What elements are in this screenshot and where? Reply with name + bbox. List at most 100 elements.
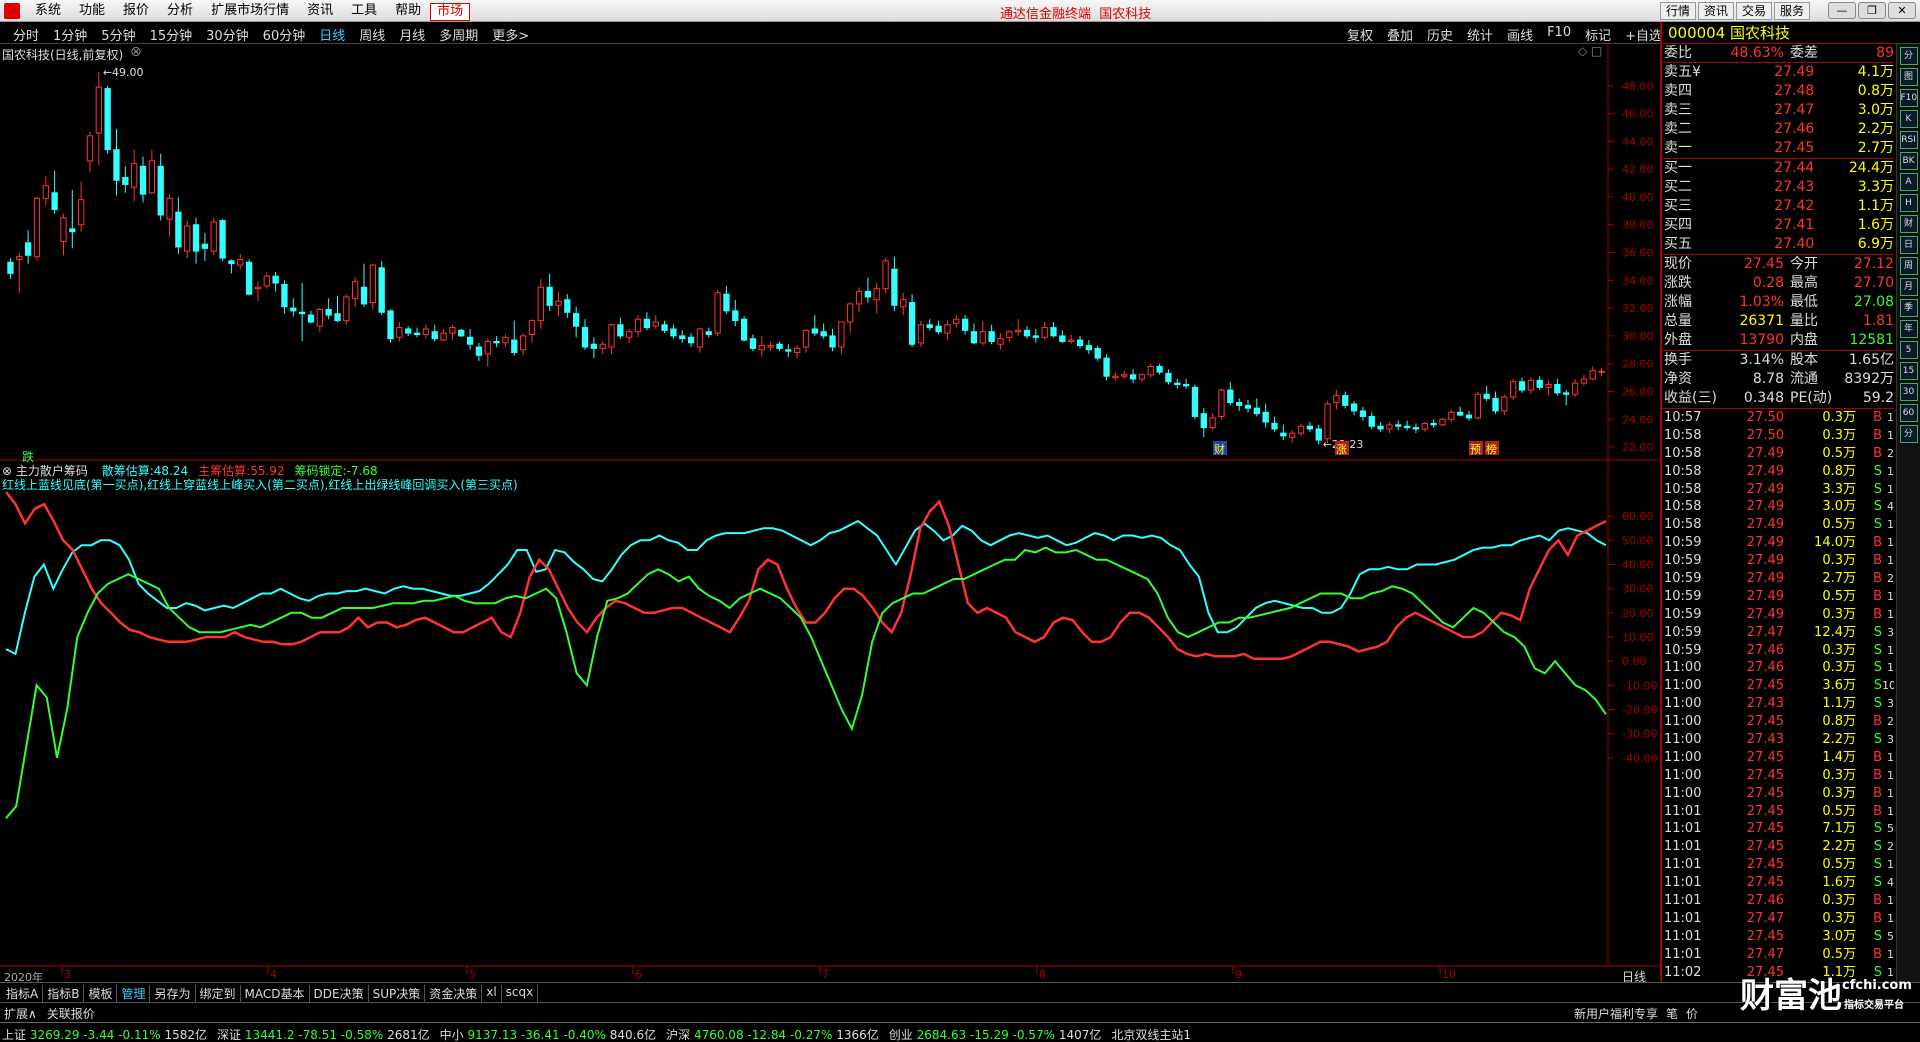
right-tool-3-icon[interactable]: K — [1899, 110, 1918, 128]
ask-level-2[interactable]: 卖三 27.47 3.0万 — [1662, 101, 1894, 120]
chart-tool-6[interactable]: 标记 — [1578, 25, 1618, 44]
chart-tool-0[interactable]: 复权 — [1340, 25, 1380, 44]
indicator-tab-11[interactable]: scqx — [502, 985, 539, 1002]
period-tab-1[interactable]: 1分钟 — [46, 25, 94, 44]
right-tool-10-icon[interactable]: 周 — [1899, 257, 1918, 275]
right-tool-0-icon[interactable]: 分 — [1899, 47, 1918, 65]
candle-body — [254, 286, 262, 290]
right-tool-12-icon[interactable]: 季 — [1899, 299, 1918, 317]
period-tab-3[interactable]: 15分钟 — [143, 25, 200, 44]
right-tool-15-icon[interactable]: 15 — [1899, 362, 1918, 380]
menu-3[interactable]: 分析 — [158, 3, 202, 21]
indicator-tab-2[interactable]: 模板 — [84, 985, 118, 1002]
period-tab-0[interactable]: 分时 — [6, 25, 46, 44]
bid-level-3[interactable]: 买四 27.41 1.6万 — [1662, 216, 1894, 235]
right-tool-11-icon[interactable]: 月 — [1899, 278, 1918, 296]
chart-pin-icon[interactable]: ◇ □ — [1578, 44, 1602, 58]
right-tool-5-icon[interactable]: BK — [1899, 152, 1918, 170]
menu-2[interactable]: 报价 — [114, 3, 158, 21]
chart-tool-1[interactable]: 叠加 — [1380, 25, 1420, 44]
indicator-tab-7[interactable]: DDE决策 — [310, 985, 369, 1002]
close-icon[interactable]: ✕ — [1888, 2, 1916, 19]
minimize-icon[interactable]: — — [1828, 2, 1856, 19]
candle-body — [1006, 331, 1013, 338]
menu-4[interactable]: 扩展市场行情 — [202, 3, 298, 21]
tick-row: 11:01 27.47 0.5万 B 1 — [1664, 946, 1894, 962]
right-tool-7-icon[interactable]: H — [1899, 194, 1918, 212]
top-button-3[interactable]: 服务 — [1773, 2, 1810, 20]
expand-right-2[interactable]: 价 — [1686, 1005, 1698, 1022]
period-tab-9[interactable]: 多周期 — [432, 25, 485, 44]
bid-level-2[interactable]: 买三 27.42 1.1万 — [1662, 197, 1894, 216]
indicator-tab-10[interactable]: xl — [482, 985, 502, 1002]
expand-item-0[interactable]: 扩展∧ — [4, 1005, 37, 1022]
candle-body — [148, 160, 156, 194]
indicator-tab-3[interactable]: 管理 — [117, 985, 151, 1002]
index-ticker-3[interactable]: 沪深 4760.08 -12.84 -0.27% 1366亿 — [666, 1026, 879, 1042]
right-tool-2-icon[interactable]: F10 — [1899, 89, 1918, 107]
right-tool-6-icon[interactable]: A — [1899, 173, 1918, 191]
top-button-0[interactable]: 行情 — [1659, 2, 1696, 20]
right-tool-9-icon[interactable]: 日 — [1899, 236, 1918, 254]
indicator-tick-label: -30.00 — [1622, 728, 1657, 741]
top-button-1[interactable]: 资讯 — [1697, 2, 1734, 20]
menu-6[interactable]: 工具 — [342, 3, 386, 21]
right-tool-1-icon[interactable]: 图 — [1899, 68, 1918, 86]
bid-level-4[interactable]: 买五 27.40 6.9万 — [1662, 235, 1894, 254]
expand-right-0[interactable]: 新用户福利专享 — [1574, 1005, 1658, 1022]
ask-level-4[interactable]: 卖一 27.45 2.7万 — [1662, 139, 1894, 158]
menu-8[interactable]: 市场 — [430, 3, 471, 21]
bid-level-0[interactable]: 买一 27.44 24.4万 — [1662, 159, 1894, 178]
indicator-tab-6[interactable]: MACD基本 — [241, 985, 310, 1002]
chart-tool-4[interactable]: 画线 — [1500, 25, 1540, 44]
right-tool-13-icon[interactable]: 年 — [1899, 320, 1918, 338]
server-label[interactable]: 北京双线主站1 — [1111, 1026, 1191, 1042]
period-tab-4[interactable]: 30分钟 — [199, 25, 256, 44]
menu-1[interactable]: 功能 — [70, 3, 114, 21]
period-tab-7[interactable]: 周线 — [352, 25, 392, 44]
candle-body — [245, 261, 253, 295]
menu-0[interactable]: 系统 — [26, 3, 70, 21]
indicator-tab-1[interactable]: 指标B — [43, 985, 85, 1002]
indicator-tab-8[interactable]: SUP决策 — [369, 985, 426, 1002]
period-tab-10[interactable]: 更多> — [485, 25, 536, 44]
bid-level-1[interactable]: 买二 27.43 3.3万 — [1662, 178, 1894, 197]
index-ticker-1[interactable]: 深证 13441.2 -78.51 -0.58% 2681亿 — [217, 1026, 430, 1042]
indicator-tab-9[interactable]: 资金决策 — [425, 985, 483, 1002]
chart-area[interactable]: 22.00 24.00 26.00 28.00 30.00 32.00 34.00 36.00… — [0, 44, 1660, 982]
right-tool-8-icon[interactable]: 财 — [1899, 215, 1918, 233]
right-tool-17-icon[interactable]: 60 — [1899, 404, 1918, 422]
indicator-tab-0[interactable]: 指标A — [2, 985, 44, 1002]
expand-item-1[interactable]: 关联报价 — [47, 1005, 95, 1022]
candle-body — [652, 321, 659, 327]
right-tool-16-icon[interactable]: 30 — [1899, 383, 1918, 401]
candle-body — [1306, 425, 1314, 430]
period-tab-2[interactable]: 5分钟 — [94, 25, 142, 44]
period-tab-5[interactable]: 60分钟 — [256, 25, 313, 44]
menu-5[interactable]: 资讯 — [298, 3, 342, 21]
indicator-tab-5[interactable]: 绑定到 — [196, 985, 241, 1002]
period-tab-8[interactable]: 月线 — [392, 25, 432, 44]
right-tool-14-icon[interactable]: 5 — [1899, 341, 1918, 359]
menu-7[interactable]: 帮助 — [386, 3, 430, 21]
index-ticker-2[interactable]: 中小 9137.13 -36.41 -0.40% 840.6亿 — [440, 1026, 656, 1042]
expand-right-1[interactable]: 笔 — [1666, 1005, 1678, 1022]
indicator-tab-4[interactable]: 另存为 — [150, 985, 196, 1002]
top-button-2[interactable]: 交易 — [1735, 2, 1772, 20]
ask-level-3[interactable]: 卖二 27.46 2.2万 — [1662, 120, 1894, 139]
chart-tool-5[interactable]: F10 — [1540, 25, 1578, 44]
restore-icon[interactable]: ❐ — [1858, 2, 1886, 19]
ask-level-1[interactable]: 卖四 27.48 0.8万 — [1662, 82, 1894, 101]
index-ticker-4[interactable]: 创业 2684.63 -15.29 -0.57% 1407亿 — [889, 1026, 1102, 1042]
right-tool-4-icon[interactable]: RSI — [1899, 131, 1918, 149]
chart-settings-icon[interactable]: ⊗ — [130, 44, 142, 60]
right-tool-18-icon[interactable]: 分 — [1899, 425, 1918, 443]
chart-tool-2[interactable]: 历史 — [1420, 25, 1460, 44]
period-tab-6[interactable]: 日线 — [312, 25, 352, 44]
candle-body — [1563, 392, 1570, 395]
kline-and-indicator-svg[interactable]: 22.0024.0026.0028.0030.0032.0034.0036.00… — [0, 44, 1660, 982]
ask-level-0[interactable]: 卖五¥ 27.49 4.1万 — [1662, 63, 1894, 82]
index-ticker-0[interactable]: 上证 3269.29 -3.44 -0.11% 1582亿 — [2, 1026, 207, 1042]
tick-list[interactable]: 10:57 27.50 0.3万 B 1 10:58 27.50 0.3万 B 1 10:58 27.… — [1662, 409, 1894, 982]
chart-tool-3[interactable]: 统计 — [1460, 25, 1500, 44]
